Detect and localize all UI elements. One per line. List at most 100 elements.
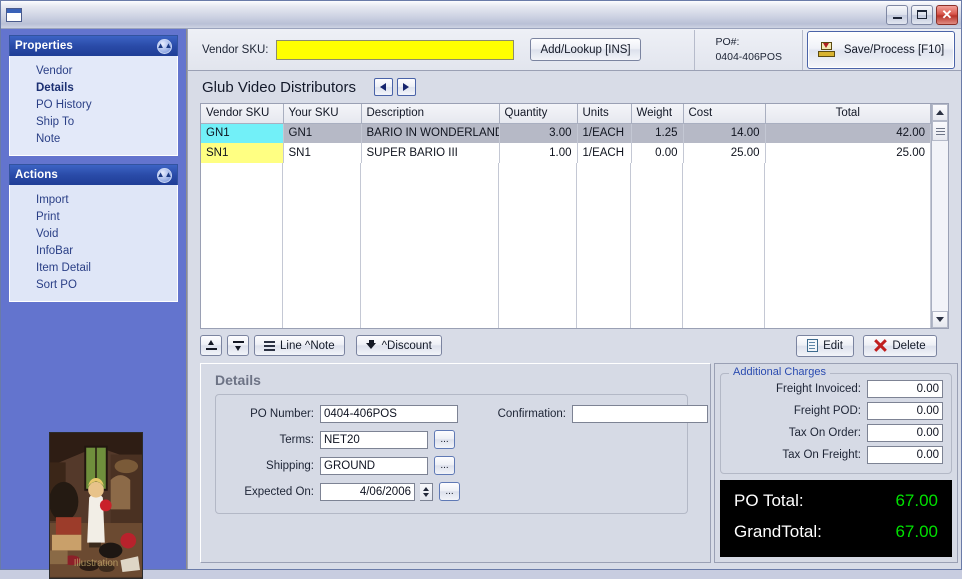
sidebar-item-infobar[interactable]: InfoBar <box>10 242 177 259</box>
cell-cost: 25.00 <box>683 143 766 163</box>
details-form-group: PO Number: Terms: ... Shipping: <box>215 394 708 514</box>
freight-invoiced-label: Freight Invoiced: <box>775 383 861 395</box>
save-process-button[interactable]: Save/Process [F10] <box>807 30 955 69</box>
po-number-input[interactable] <box>320 405 458 423</box>
table-row[interactable]: GN1 GN1 BARIO IN WONDERLAND 3.00 1/EACH … <box>201 123 931 143</box>
date-stepper[interactable] <box>420 482 433 501</box>
freight-invoiced-input[interactable] <box>867 380 943 398</box>
grand-total-label: GrandTotal: <box>734 521 822 541</box>
terms-input[interactable] <box>320 430 428 449</box>
sidebar-item-sort-po[interactable]: Sort PO <box>10 276 177 293</box>
column-header-vendor-sku[interactable]: Vendor SKU <box>201 104 284 124</box>
svg-text:Illustration: Illustration <box>74 558 119 569</box>
vendor-sku-input[interactable] <box>276 39 515 60</box>
column-header-quantity[interactable]: Quantity <box>499 104 578 124</box>
maximize-icon <box>917 10 927 19</box>
sidebar-thumbnail-image: Illustration <box>49 432 143 579</box>
expected-on-input[interactable] <box>320 482 415 501</box>
properties-panel-header[interactable]: Properties ▲▲ <box>9 35 178 56</box>
vendor-sku-label: Vendor SKU: <box>202 43 269 56</box>
table-row[interactable]: SN1 SN1 SUPER BARIO III 1.00 1/EACH 0.00… <box>201 143 931 163</box>
arrow-right-icon[interactable] <box>396 78 416 96</box>
sidebar-item-print[interactable]: Print <box>10 208 177 225</box>
column-header-your-sku[interactable]: Your SKU <box>283 104 362 124</box>
actions-panel-body: Import Print Void InfoBar Item Detail So… <box>9 185 178 302</box>
shipping-input[interactable] <box>320 456 428 475</box>
chevron-up-icon[interactable]: ▲▲ <box>157 167 172 183</box>
terms-browse-button[interactable]: ... <box>434 430 455 449</box>
column-header-cost[interactable]: Cost <box>683 104 766 124</box>
edit-label: Edit <box>823 339 843 352</box>
move-up-button[interactable] <box>200 335 222 356</box>
save-disk-icon <box>817 42 835 57</box>
application-window: ✕ Properties ▲▲ Vendor Details PO Histor… <box>0 0 962 579</box>
delete-label: Delete <box>892 339 926 352</box>
cell-your-sku: GN1 <box>283 123 362 143</box>
column-header-total[interactable]: Total <box>765 104 931 124</box>
properties-panel-title: Properties <box>15 40 73 52</box>
shipping-browse-button[interactable]: ... <box>434 456 455 475</box>
actions-panel-header[interactable]: Actions ▲▲ <box>9 164 178 185</box>
expected-on-label: Expected On: <box>244 485 314 498</box>
move-down-icon <box>232 340 244 351</box>
line-items-grid: Vendor SKU Your SKU Description Quantity… <box>200 103 949 329</box>
add-lookup-button[interactable]: Add/Lookup [INS] <box>530 38 641 61</box>
cell-description: SUPER BARIO III <box>361 143 500 163</box>
tax-on-freight-input[interactable] <box>867 446 943 464</box>
freight-pod-input[interactable] <box>867 402 943 420</box>
confirmation-row: Confirmation: <box>474 405 708 423</box>
grand-total-value: 67.00 <box>895 521 938 541</box>
cell-total: 25.00 <box>765 143 931 163</box>
sidebar-item-note[interactable]: Note <box>10 130 177 147</box>
sidebar-item-void[interactable]: Void <box>10 225 177 242</box>
caret-down-icon[interactable] <box>932 311 948 328</box>
sidebar-panel-actions: Actions ▲▲ Import Print Void InfoBar Ite… <box>9 164 178 302</box>
po-number-caption: PO#: <box>715 36 740 49</box>
edit-button[interactable]: Edit <box>796 334 854 357</box>
down-arrow-icon <box>365 340 377 351</box>
move-down-button[interactable] <box>227 335 249 356</box>
chevron-up-icon[interactable]: ▲▲ <box>157 38 172 54</box>
line-actions-toolbar: Line ^Note ^Discount Edit Delete <box>188 329 961 359</box>
cell-quantity: 3.00 <box>499 123 578 143</box>
delete-button[interactable]: Delete <box>863 334 937 357</box>
discount-button[interactable]: ^Discount <box>355 335 442 356</box>
grid-empty-area[interactable] <box>201 163 931 328</box>
sidebar-item-import[interactable]: Import <box>10 191 177 208</box>
minimize-button[interactable] <box>886 4 908 25</box>
document-icon <box>807 339 819 352</box>
freight-pod-row: Freight POD: <box>729 402 943 420</box>
scroll-thumb[interactable] <box>932 121 948 141</box>
confirmation-input[interactable] <box>572 405 708 423</box>
po-total-label: PO Total: <box>734 491 804 511</box>
expected-on-row: Expected On: ... <box>226 482 460 501</box>
arrow-left-icon[interactable] <box>373 78 393 96</box>
vendor-name: Glub Video Distributors <box>202 78 356 96</box>
cell-weight: 1.25 <box>631 123 684 143</box>
sidebar-item-vendor[interactable]: Vendor <box>10 62 177 79</box>
sidebar-item-ship-to[interactable]: Ship To <box>10 113 177 130</box>
column-header-description[interactable]: Description <box>361 104 500 124</box>
column-header-units[interactable]: Units <box>577 104 632 124</box>
expected-on-browse-button[interactable]: ... <box>439 482 460 501</box>
po-number-display: PO#: 0404-406POS <box>694 29 803 70</box>
window-controls: ✕ <box>886 4 958 25</box>
column-header-weight[interactable]: Weight <box>631 104 684 124</box>
totals-panel: Additional Charges Freight Invoiced: Fre… <box>714 363 958 563</box>
line-note-label: Line ^Note <box>280 339 335 352</box>
caret-up-icon[interactable] <box>932 104 948 121</box>
po-toolbar: Vendor SKU: Add/Lookup [INS] PO#: 0404-4… <box>188 29 961 71</box>
shipping-row: Shipping: ... <box>226 456 460 475</box>
close-button[interactable]: ✕ <box>936 4 958 25</box>
tax-on-order-input[interactable] <box>867 424 943 442</box>
sidebar-item-details[interactable]: Details <box>10 79 177 96</box>
scroll-track[interactable] <box>932 121 948 311</box>
sidebar-item-item-detail[interactable]: Item Detail <box>10 259 177 276</box>
grid-vertical-scrollbar[interactable] <box>931 104 948 328</box>
maximize-button[interactable] <box>911 4 933 25</box>
sidebar-item-po-history[interactable]: PO History <box>10 96 177 113</box>
po-number-label: PO Number: <box>250 408 314 420</box>
details-panel: Details PO Number: Terms: ... <box>200 363 711 563</box>
line-note-button[interactable]: Line ^Note <box>254 335 345 356</box>
cell-cost: 14.00 <box>683 123 766 143</box>
